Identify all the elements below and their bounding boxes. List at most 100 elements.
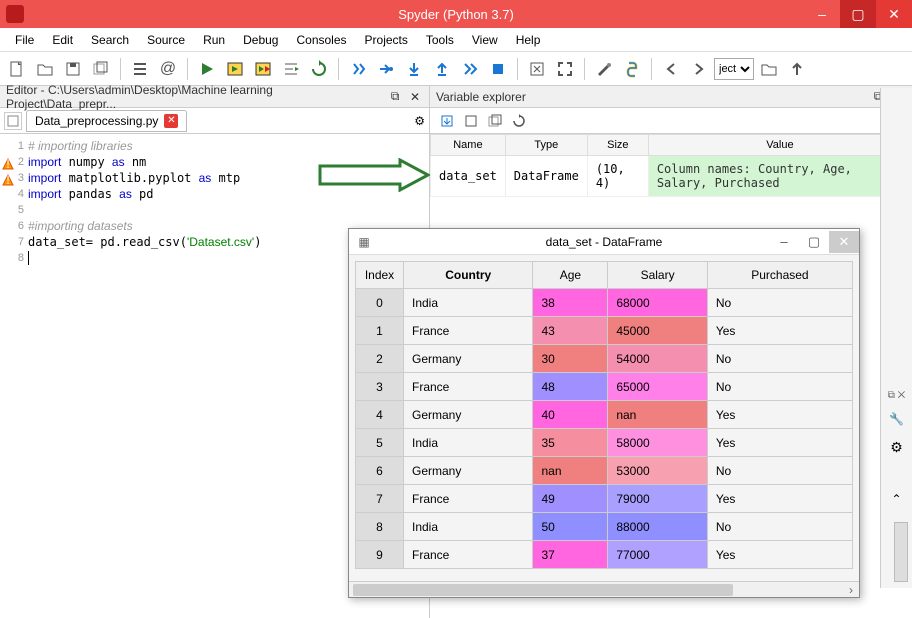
menu-projects[interactable]: Projects bbox=[356, 30, 417, 50]
menu-edit[interactable]: Edit bbox=[43, 30, 82, 50]
up-arrow-icon[interactable]: ⌃ bbox=[883, 487, 911, 511]
column-header[interactable]: Value bbox=[648, 135, 911, 156]
import-data-icon[interactable] bbox=[436, 111, 458, 131]
df-column-header[interactable]: Salary bbox=[608, 262, 708, 289]
df-row[interactable]: 2Germany3054000No bbox=[356, 345, 853, 373]
step-out-icon[interactable] bbox=[429, 56, 455, 82]
menu-debug[interactable]: Debug bbox=[234, 30, 287, 50]
list-icon[interactable] bbox=[127, 56, 153, 82]
column-header[interactable]: Name bbox=[431, 135, 506, 156]
dataframe-table[interactable]: IndexCountryAgeSalaryPurchased 0India386… bbox=[355, 261, 853, 569]
vertical-scrollbar[interactable] bbox=[894, 522, 908, 582]
df-row[interactable]: 8India5088000No bbox=[356, 513, 853, 541]
debug-icon[interactable] bbox=[345, 56, 371, 82]
column-header[interactable]: Type bbox=[505, 135, 587, 156]
maximize-button[interactable]: ▢ bbox=[840, 0, 876, 28]
tab-list-icon[interactable] bbox=[4, 112, 22, 130]
df-row[interactable]: 3France4865000No bbox=[356, 373, 853, 401]
menu-run[interactable]: Run bbox=[194, 30, 234, 50]
svg-text:!: ! bbox=[6, 158, 9, 170]
scroll-right-icon[interactable]: › bbox=[843, 583, 859, 597]
df-row[interactable]: 0India3868000No bbox=[356, 289, 853, 317]
df-row[interactable]: 6Germanynan53000No bbox=[356, 457, 853, 485]
df-row[interactable]: 1France4345000Yes bbox=[356, 317, 853, 345]
parent-dir-icon[interactable] bbox=[784, 56, 810, 82]
dock-indicator[interactable]: ⧉ ✕ bbox=[881, 388, 912, 403]
step-into-icon[interactable] bbox=[401, 56, 427, 82]
menu-tools[interactable]: Tools bbox=[417, 30, 463, 50]
right-side-panel: ⧉ ✕ 🔧 ⚙ ⌃ bbox=[880, 88, 912, 588]
continue-icon[interactable] bbox=[457, 56, 483, 82]
run-cell-advance-icon[interactable] bbox=[250, 56, 276, 82]
at-icon[interactable]: @ bbox=[155, 56, 181, 82]
scrollbar-thumb[interactable] bbox=[353, 584, 733, 596]
close-button[interactable]: ✕ bbox=[876, 0, 912, 28]
df-column-header[interactable]: Index bbox=[356, 262, 404, 289]
maximize-pane-icon[interactable] bbox=[524, 56, 550, 82]
df-column-header[interactable]: Age bbox=[533, 262, 608, 289]
grid-icon: ▦ bbox=[355, 233, 373, 251]
save-data-as-icon[interactable] bbox=[484, 111, 506, 131]
df-row[interactable]: 5India3558000Yes bbox=[356, 429, 853, 457]
save-all-icon[interactable] bbox=[88, 56, 114, 82]
working-dir-combo[interactable]: ject bbox=[714, 58, 754, 80]
close-pane-icon[interactable]: ✕ bbox=[407, 89, 423, 105]
df-row[interactable]: 7France4979000Yes bbox=[356, 485, 853, 513]
forward-icon[interactable] bbox=[686, 56, 712, 82]
dataframe-titlebar[interactable]: ▦ data_set - DataFrame – ▢ ✕ bbox=[349, 229, 859, 255]
preferences-icon[interactable] bbox=[591, 56, 617, 82]
editor-header: Editor - C:\Users\admin\Desktop\Machine … bbox=[0, 86, 429, 108]
var-name: data_set bbox=[431, 156, 506, 197]
stop-icon[interactable] bbox=[485, 56, 511, 82]
fullscreen-icon[interactable] bbox=[552, 56, 578, 82]
menu-help[interactable]: Help bbox=[507, 30, 550, 50]
menu-consoles[interactable]: Consoles bbox=[287, 30, 355, 50]
close-tab-icon[interactable]: ✕ bbox=[164, 114, 178, 128]
save-icon[interactable] bbox=[60, 56, 86, 82]
var-type: DataFrame bbox=[505, 156, 587, 197]
maximize-button[interactable]: ▢ bbox=[799, 231, 829, 253]
gear-icon[interactable]: ⚙ bbox=[414, 114, 425, 128]
varexp-header: Variable explorer ⧉ ✕ bbox=[430, 86, 912, 108]
close-button[interactable]: ✕ bbox=[829, 231, 859, 253]
df-column-header[interactable]: Purchased bbox=[707, 262, 852, 289]
df-column-header[interactable]: Country bbox=[404, 262, 533, 289]
gear-icon[interactable]: ⚙ bbox=[883, 435, 911, 459]
browse-dir-icon[interactable] bbox=[756, 56, 782, 82]
horizontal-scrollbar[interactable]: › bbox=[349, 581, 859, 597]
run-cell-icon[interactable] bbox=[222, 56, 248, 82]
column-header[interactable]: Size bbox=[587, 135, 648, 156]
save-data-icon[interactable] bbox=[460, 111, 482, 131]
window-titlebar: Spyder (Python 3.7) – ▢ ✕ bbox=[0, 0, 912, 28]
main-toolbar: @ ject bbox=[0, 52, 912, 86]
menu-file[interactable]: File bbox=[6, 30, 43, 50]
rerun-icon[interactable] bbox=[306, 56, 332, 82]
step-icon[interactable] bbox=[373, 56, 399, 82]
menu-search[interactable]: Search bbox=[82, 30, 138, 50]
var-size: (10, 4) bbox=[587, 156, 648, 197]
undock-icon[interactable]: ⧉ bbox=[387, 89, 403, 105]
back-icon[interactable] bbox=[658, 56, 684, 82]
df-row[interactable]: 9France3777000Yes bbox=[356, 541, 853, 569]
file-tab[interactable]: Data_preprocessing.py ✕ bbox=[26, 110, 187, 132]
df-row[interactable]: 4Germany40nanYes bbox=[356, 401, 853, 429]
open-file-icon[interactable] bbox=[32, 56, 58, 82]
var-value: Column names: Country, Age, Salary, Purc… bbox=[648, 156, 911, 197]
file-tab-label: Data_preprocessing.py bbox=[35, 114, 158, 128]
menu-view[interactable]: View bbox=[463, 30, 507, 50]
dataframe-window[interactable]: ▦ data_set - DataFrame – ▢ ✕ IndexCountr… bbox=[348, 228, 860, 598]
python-path-icon[interactable] bbox=[619, 56, 645, 82]
menu-source[interactable]: Source bbox=[138, 30, 194, 50]
run-selection-icon[interactable] bbox=[278, 56, 304, 82]
refresh-icon[interactable] bbox=[508, 111, 530, 131]
variable-row[interactable]: data_set DataFrame (10, 4) Column names:… bbox=[431, 156, 912, 197]
run-icon[interactable] bbox=[194, 56, 220, 82]
new-file-icon[interactable] bbox=[4, 56, 30, 82]
dataframe-title: data_set - DataFrame bbox=[546, 235, 663, 249]
varexp-title: Variable explorer bbox=[436, 90, 526, 104]
variable-table[interactable]: NameTypeSizeValue data_set DataFrame (10… bbox=[430, 134, 912, 197]
minimize-button[interactable]: – bbox=[769, 231, 799, 253]
minimize-button[interactable]: – bbox=[804, 0, 840, 28]
wrench-icon[interactable]: 🔧 bbox=[883, 407, 911, 431]
annotation-arrow bbox=[318, 158, 430, 192]
